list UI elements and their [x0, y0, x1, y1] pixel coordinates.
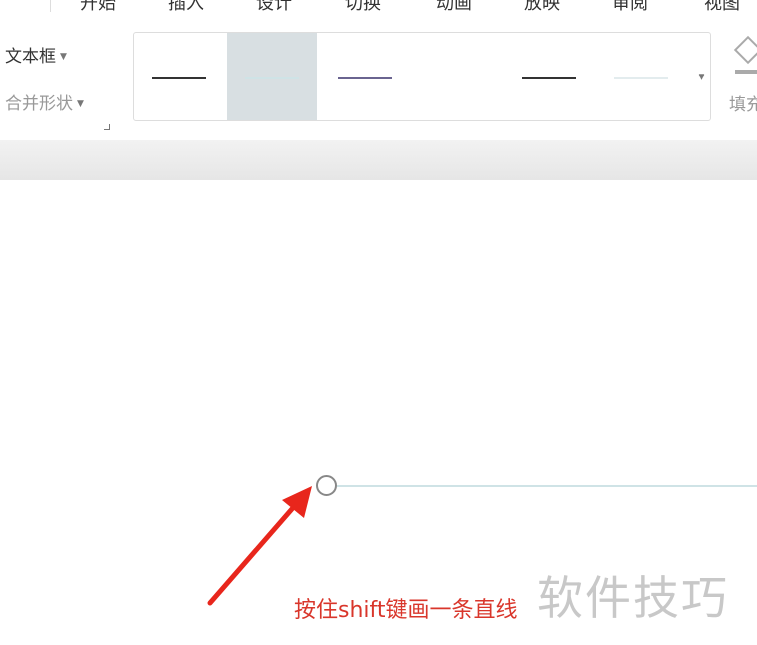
tab-divider [50, 0, 51, 12]
textbox-label: 文本框 [5, 47, 56, 67]
menu-tabs: 开始 插入 设计 切换 动画 放映 审阅 视图 [0, 0, 757, 12]
tab-slideshow[interactable]: 放映 [524, 0, 560, 12]
fill-bucket-icon[interactable] [733, 35, 757, 65]
fill-button[interactable]: 填充 [729, 90, 757, 115]
watermark: 软件技巧 [537, 571, 729, 625]
merge-shapes-button[interactable]: 合并形状 ▼ [5, 89, 84, 114]
merge-shapes-label: 合并形状 [5, 94, 73, 114]
line-style-3[interactable] [320, 33, 410, 120]
chevron-down-icon: ▼ [60, 52, 67, 62]
fill-color-bar [735, 70, 757, 74]
red-arrow-icon [207, 486, 312, 606]
gallery-more-icon[interactable]: ‗ ▾ [699, 67, 704, 83]
tab-view[interactable]: 视图 [704, 0, 740, 12]
line-style-5[interactable] [504, 33, 594, 120]
tab-animations[interactable]: 动画 [436, 0, 472, 12]
line-style-6[interactable] [596, 33, 686, 120]
ribbon-bottom-band [0, 140, 757, 180]
tab-insert[interactable]: 插入 [168, 0, 204, 12]
tab-transitions[interactable]: 切换 [345, 0, 381, 12]
line-style-4[interactable] [412, 33, 502, 120]
drawn-line[interactable] [337, 485, 757, 487]
dialog-launcher-icon[interactable] [104, 124, 110, 130]
textbox-button[interactable]: 文本框 ▼ [5, 42, 67, 67]
line-style-1[interactable] [134, 33, 224, 120]
tab-home[interactable]: 开始 [80, 0, 116, 12]
instruction-caption: 按住shift键画一条直线 [294, 598, 518, 623]
line-style-gallery: ‗ ▾ [133, 32, 711, 121]
line-style-2[interactable] [227, 33, 317, 120]
tab-design[interactable]: 设计 [256, 0, 292, 12]
chevron-down-icon: ▼ [77, 99, 84, 109]
tab-review[interactable]: 审阅 [612, 0, 648, 12]
